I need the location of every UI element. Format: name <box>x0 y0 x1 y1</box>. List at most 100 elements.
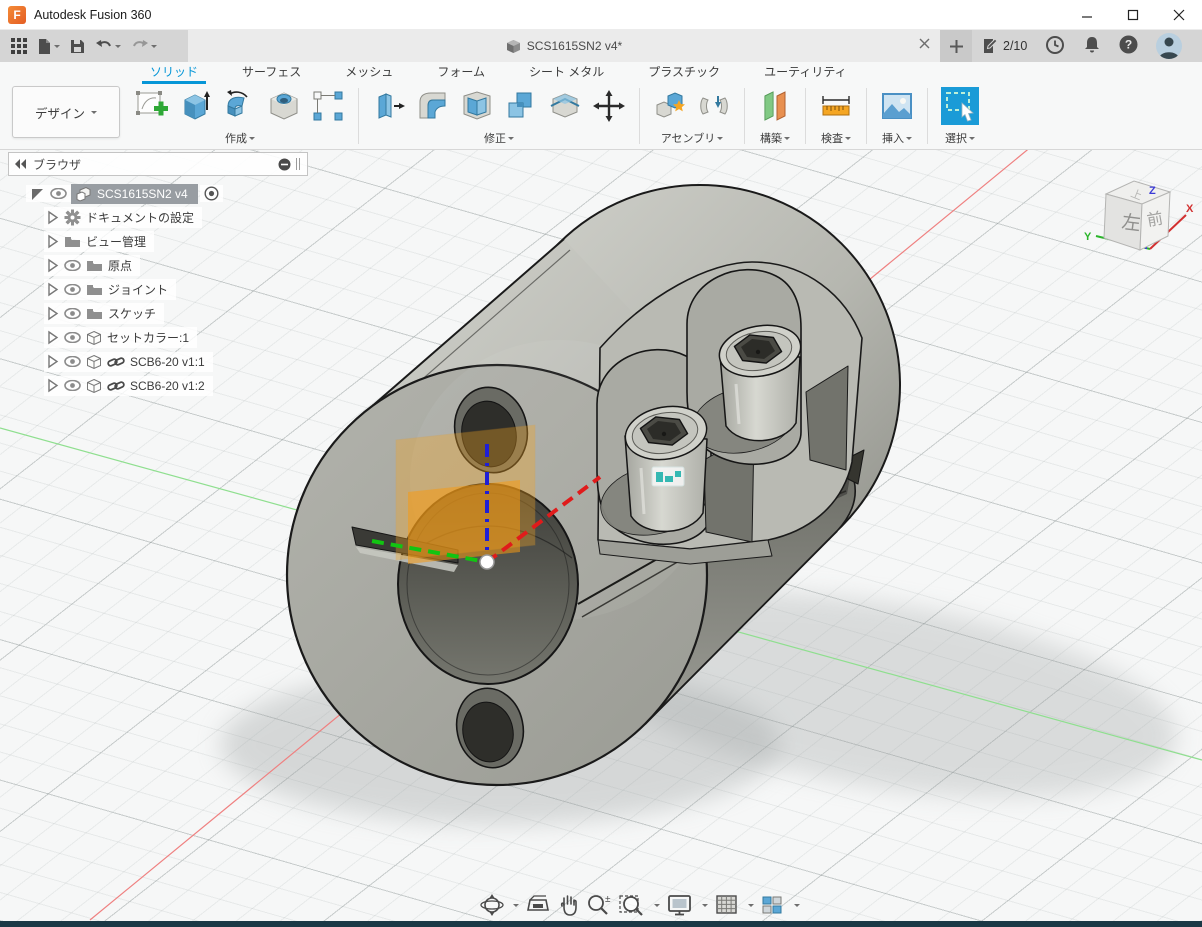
zoom-button[interactable]: ± <box>586 893 612 917</box>
document-close-icon[interactable] <box>919 38 930 52</box>
orbit-button[interactable] <box>480 893 504 917</box>
document-tab[interactable]: SCS1615SN2 v4* <box>506 39 622 54</box>
display-settings-button[interactable] <box>667 893 693 917</box>
shell-button[interactable] <box>457 86 497 126</box>
notifications-bell-icon[interactable] <box>1083 35 1101 57</box>
split-body-button[interactable] <box>545 86 585 126</box>
new-component-button[interactable] <box>650 86 690 126</box>
group-label-construct[interactable]: 構築 <box>760 130 790 146</box>
insert-button[interactable] <box>877 86 917 126</box>
collapsed-arrow-icon[interactable] <box>46 306 59 321</box>
expanded-arrow-icon[interactable] <box>30 186 45 201</box>
extrude-button[interactable] <box>176 86 216 126</box>
eye-icon[interactable] <box>64 308 81 319</box>
viewcube-axis-z: Z <box>1149 185 1156 197</box>
collapsed-arrow-icon[interactable] <box>46 378 59 393</box>
rectangular-pattern-button[interactable] <box>308 86 348 126</box>
move-button[interactable] <box>589 86 629 126</box>
browser-header[interactable]: ブラウザ <box>8 152 308 176</box>
eye-icon[interactable] <box>50 188 67 199</box>
measure-button[interactable] <box>816 86 856 126</box>
new-tab-button[interactable] <box>940 30 972 62</box>
create-sketch-button[interactable] <box>132 86 172 126</box>
file-menu-button[interactable] <box>34 35 63 58</box>
collapsed-arrow-icon[interactable] <box>46 354 59 369</box>
viewcube-face-front: 前 <box>1146 209 1165 230</box>
user-avatar[interactable] <box>1156 33 1182 59</box>
group-label-inspect[interactable]: 検査 <box>821 130 851 146</box>
panel-grip-icon[interactable] <box>295 157 301 171</box>
tab-surface[interactable]: サーフェス <box>220 61 323 84</box>
tab-plastic[interactable]: プラスチック <box>626 61 742 84</box>
tree-row-root[interactable]: SCS1615SN2 v4 <box>8 182 308 205</box>
group-label-create[interactable]: 作成 <box>225 130 255 146</box>
tree-row-scb6-1[interactable]: SCB6-20 v1:1 <box>8 350 308 373</box>
view-cube[interactable]: 左 前 上 Z X Y <box>1084 181 1194 250</box>
document-tab-zone: SCS1615SN2 v4* <box>188 30 940 62</box>
group-label-select[interactable]: 選択 <box>945 130 975 146</box>
revolve-button[interactable] <box>220 86 260 126</box>
history-icon[interactable] <box>1045 35 1065 58</box>
pan-button[interactable] <box>557 893 579 917</box>
maximize-button[interactable] <box>1110 0 1156 29</box>
tree-row-origin[interactable]: 原点 <box>8 254 308 277</box>
collapsed-arrow-icon[interactable] <box>46 210 59 225</box>
group-create: 作成 <box>128 84 352 148</box>
activate-radio-icon[interactable] <box>204 186 219 201</box>
close-button[interactable] <box>1156 0 1202 29</box>
eye-icon[interactable] <box>64 260 81 271</box>
tree-row-view-management[interactable]: ビュー管理 <box>8 230 308 253</box>
tree-row-joints[interactable]: ジョイント <box>8 278 308 301</box>
eye-icon[interactable] <box>64 356 81 367</box>
help-icon[interactable]: ? <box>1119 35 1138 57</box>
tree-row-sketches[interactable]: スケッチ <box>8 302 308 325</box>
tab-form[interactable]: フォーム <box>415 61 507 84</box>
press-pull-button[interactable] <box>369 86 409 126</box>
tree-row-set-collar[interactable]: セットカラー:1 <box>8 326 308 349</box>
collapse-panel-icon[interactable] <box>15 159 27 169</box>
eye-icon[interactable] <box>64 284 81 295</box>
selected-root-item[interactable]: SCS1615SN2 v4 <box>71 184 198 204</box>
eye-icon[interactable] <box>64 332 81 343</box>
combine-button[interactable] <box>501 86 541 126</box>
viewport[interactable]: 左 前 上 Z X Y ブラウザ <box>0 150 1202 921</box>
workspace-selector[interactable]: デザイン <box>12 86 120 138</box>
grid-settings-button[interactable] <box>715 893 739 917</box>
viewcube-axis-y: Y <box>1084 231 1092 243</box>
sketch-plane[interactable] <box>396 425 535 564</box>
title-bar: F Autodesk Fusion 360 <box>0 0 1202 30</box>
tab-sheetmetal[interactable]: シート メタル <box>507 61 626 84</box>
viewports-button[interactable] <box>761 893 785 917</box>
look-at-button[interactable] <box>526 894 550 916</box>
group-label-modify[interactable]: 修正 <box>484 130 514 146</box>
tree-row-document-settings[interactable]: ドキュメントの設定 <box>8 206 308 229</box>
svg-text:?: ? <box>1125 38 1132 52</box>
zoom-window-button[interactable] <box>619 893 645 917</box>
redo-button[interactable] <box>128 36 160 56</box>
document-title: SCS1615SN2 v4* <box>527 39 622 53</box>
tab-utilities[interactable]: ユーティリティ <box>742 61 869 84</box>
save-button[interactable] <box>67 36 88 57</box>
eye-icon[interactable] <box>64 380 81 391</box>
app-grid-icon[interactable] <box>8 35 30 57</box>
collapsed-arrow-icon[interactable] <box>46 234 59 249</box>
collapsed-arrow-icon[interactable] <box>46 258 59 273</box>
minimize-button[interactable] <box>1064 0 1110 29</box>
job-status-badge[interactable]: 2/10 <box>982 38 1027 55</box>
tab-solid[interactable]: ソリッド <box>128 61 220 84</box>
collapsed-arrow-icon[interactable] <box>46 282 59 297</box>
joint-button[interactable] <box>694 86 734 126</box>
undo-button[interactable] <box>92 36 124 56</box>
fillet-button[interactable] <box>413 86 453 126</box>
group-label-assembly[interactable]: アセンブリ <box>661 130 723 146</box>
select-button[interactable] <box>938 84 982 128</box>
group-modify: 修正 <box>365 84 633 148</box>
hide-all-icon[interactable] <box>278 158 291 171</box>
tree-row-scb6-2[interactable]: SCB6-20 v1:2 <box>8 374 308 397</box>
group-label-insert[interactable]: 挿入 <box>882 130 912 146</box>
collapsed-arrow-icon[interactable] <box>46 330 59 345</box>
hole-button[interactable] <box>264 86 304 126</box>
ribbon: ソリッド サーフェス メッシュ フォーム シート メタル プラスチック ユーティ… <box>0 62 1202 150</box>
construct-plane-button[interactable] <box>755 86 795 126</box>
tab-mesh[interactable]: メッシュ <box>323 61 415 84</box>
